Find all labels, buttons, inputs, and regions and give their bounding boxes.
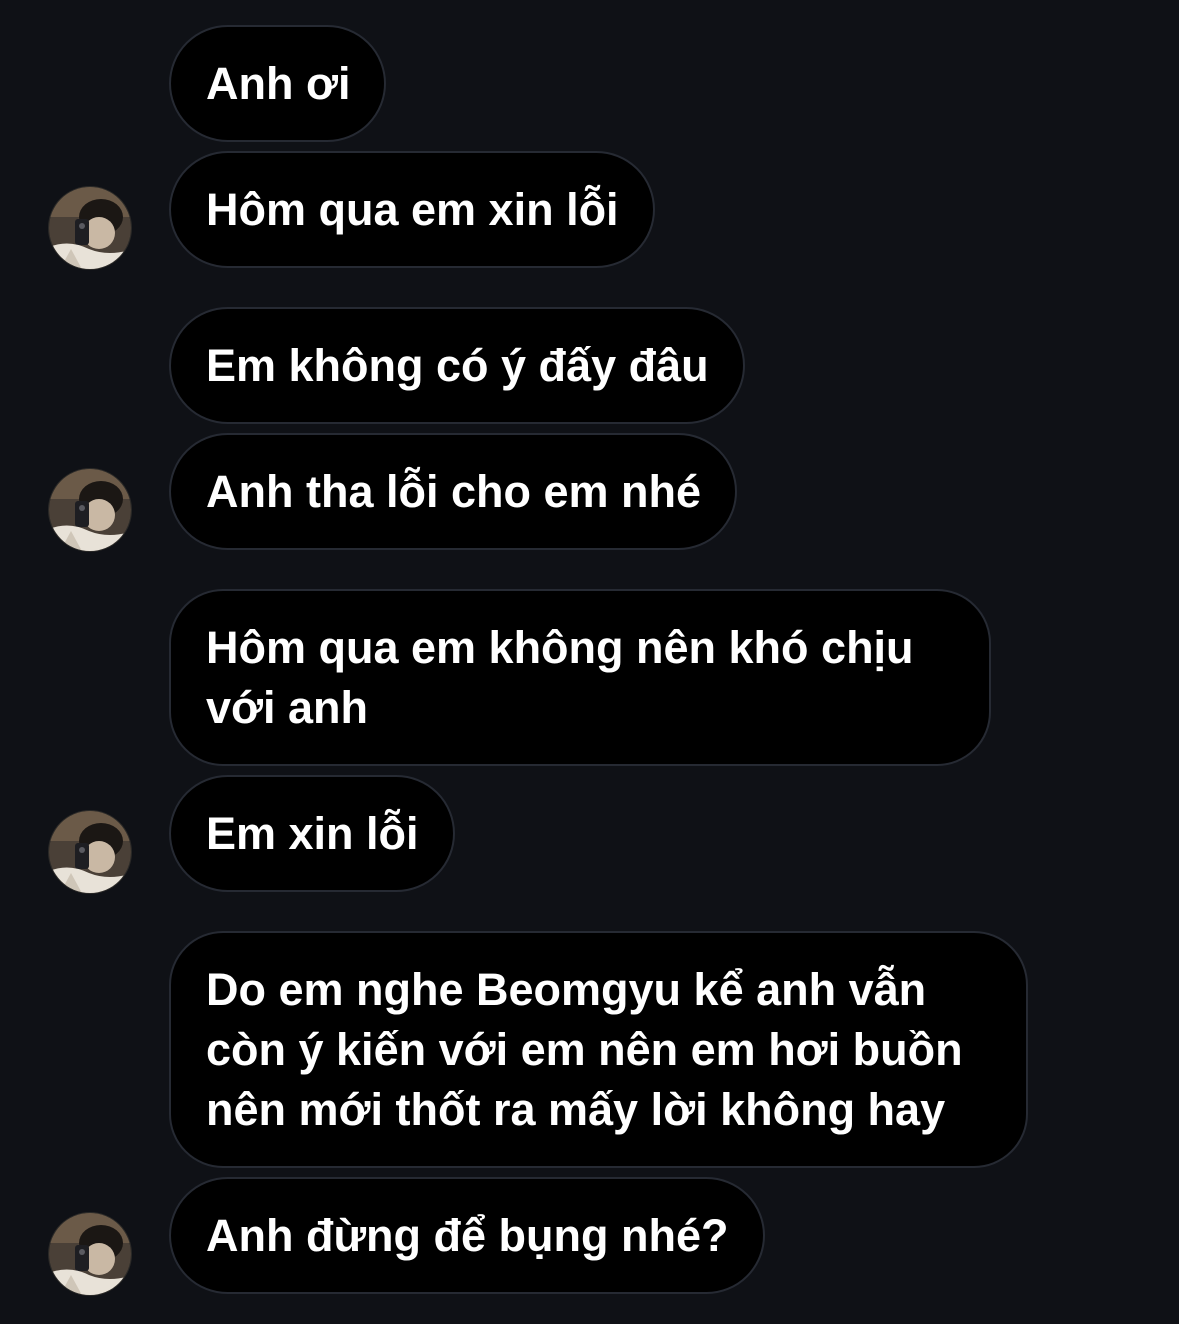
message-bubble[interactable]: Anh đừng để bụng nhé? [169,1177,765,1294]
message-text: Anh ơi [206,58,351,109]
sender-avatar[interactable] [48,1212,132,1296]
sender-avatar-photo-icon [49,469,131,551]
message-text: Anh đừng để bụng nhé? [206,1210,729,1261]
sender-avatar[interactable] [48,468,132,552]
message-text: Em không có ý đấy đâu [206,340,709,391]
message-bubble[interactable]: Anh ơi [169,25,387,142]
message-text-line: nên mới thốt ra mấy lời không hay [206,1084,946,1135]
message-bubble[interactable]: Do em nghe Beomgyu kể anh vẫn còn ý kiến… [169,931,1028,1168]
sender-avatar-photo-icon [49,1213,131,1295]
message-text: Anh tha lỗi cho em nhé [206,466,702,517]
message-text-line: Hôm qua em không nên khó chịu [206,622,914,673]
message-text-line: với anh [206,682,369,733]
sender-avatar[interactable] [48,186,132,270]
sender-avatar-photo-icon [49,187,131,269]
message-text: Em xin lỗi [206,808,419,859]
message-text: Hôm qua em xin lỗi [206,184,619,235]
message-bubble[interactable]: Hôm qua em xin lỗi [169,151,655,268]
message-bubble[interactable]: Em xin lỗi [169,775,455,892]
message-bubble[interactable]: Em không có ý đấy đâu [169,307,745,424]
message-bubble[interactable]: Anh tha lỗi cho em nhé [169,433,738,550]
message-text-line: còn ý kiến với em nên em hơi buồn [206,1024,963,1075]
message-text-line: Do em nghe Beomgyu kể anh vẫn [206,964,927,1015]
sender-avatar[interactable] [48,810,132,894]
sender-avatar-photo-icon [49,811,131,893]
message-bubble[interactable]: Hôm qua em không nên khó chịu với anh [169,589,991,766]
message-thread: Anh ơi Hôm qua em xin lỗi Em không có ý … [0,0,1179,1324]
